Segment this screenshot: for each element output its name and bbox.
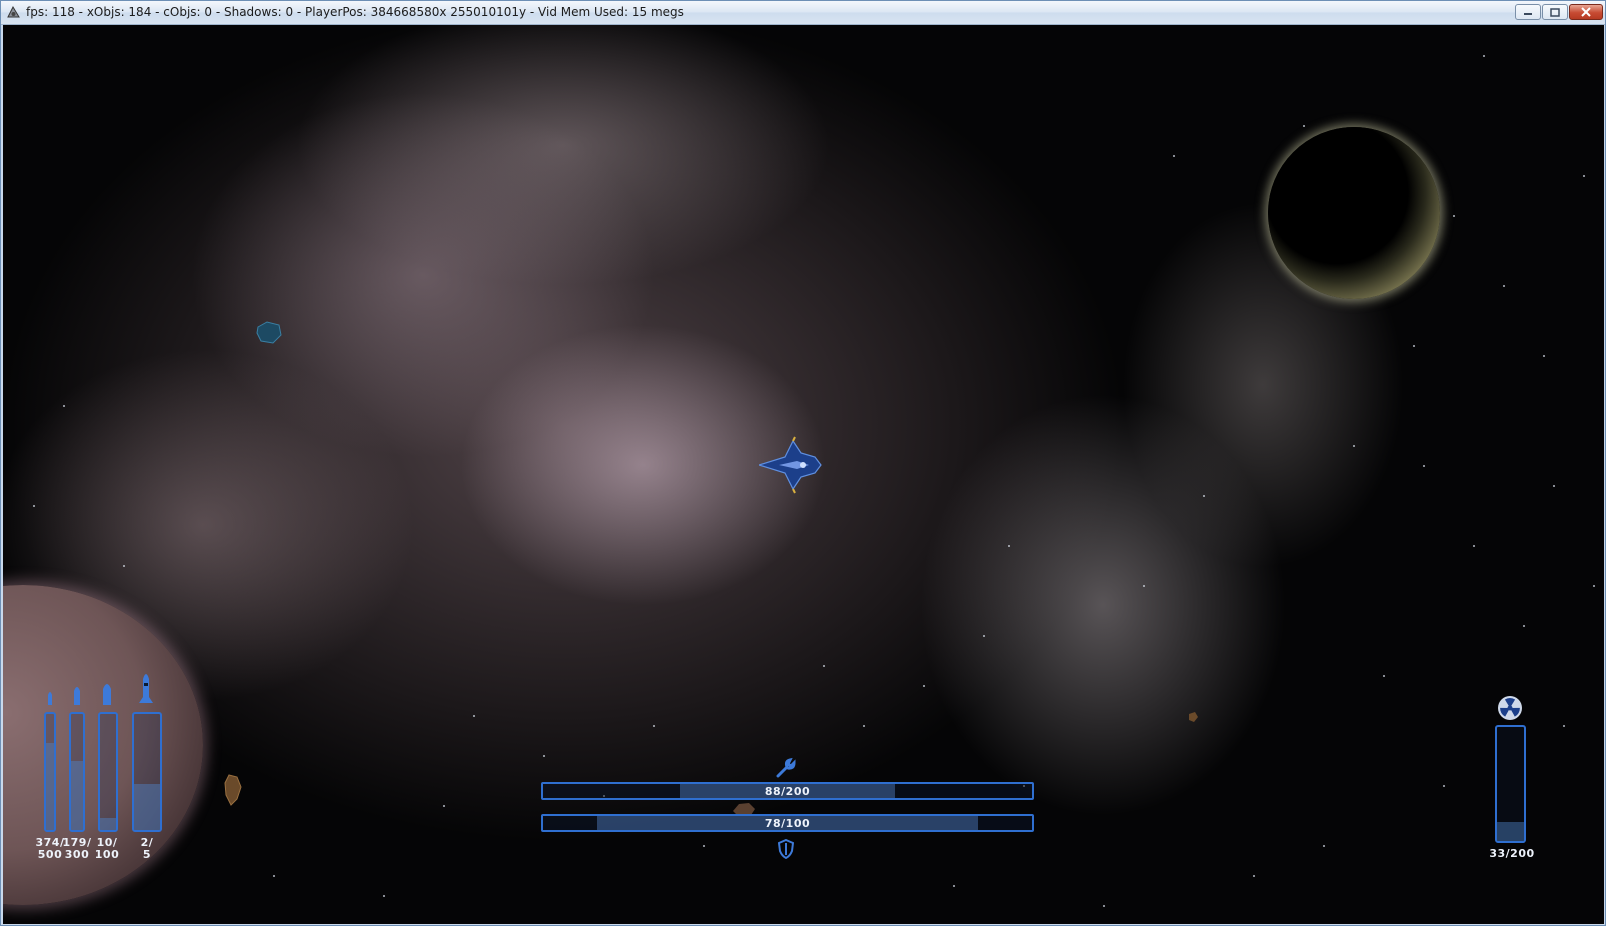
star [1008, 545, 1010, 547]
star [1473, 545, 1475, 547]
ammo-bar-1 [44, 712, 56, 832]
star [1483, 55, 1485, 57]
star [273, 875, 275, 877]
star [863, 725, 865, 727]
planet-right [1268, 127, 1440, 299]
repair-bar: 88/200 [541, 782, 1034, 800]
small-bullet-icon [48, 692, 52, 705]
star [1553, 485, 1555, 487]
ammo-max-4: 5 [142, 848, 152, 861]
player-ship [759, 436, 822, 494]
star [1383, 675, 1385, 677]
ammo-fill-4 [134, 783, 160, 830]
asteroid [1189, 712, 1198, 722]
shield-value: 78/100 [764, 817, 811, 830]
minimize-icon [1524, 13, 1532, 15]
game-viewport[interactable]: 374/ 500 179/ 300 10/ 100 2/ 5 88/200 78… [3, 25, 1604, 924]
wrench-icon [776, 757, 796, 778]
ammo-label-4: 2/ 5 [132, 837, 162, 861]
ammo-label-2: 179/ 300 [62, 837, 92, 861]
star [543, 755, 545, 757]
star [1173, 155, 1175, 157]
star [823, 665, 825, 667]
star [383, 895, 385, 897]
rocket-icon [139, 674, 153, 703]
star [1323, 845, 1325, 847]
star [1443, 785, 1445, 787]
star [923, 685, 925, 687]
star [1583, 175, 1585, 177]
close-button[interactable] [1569, 4, 1603, 20]
radiation-icon [1498, 696, 1522, 720]
star [1203, 495, 1205, 497]
star [1353, 445, 1355, 447]
shield-bar: 78/100 [541, 814, 1034, 832]
ammo-max-1: 500 [37, 848, 63, 861]
ammo-fill-1 [46, 743, 54, 830]
star [63, 405, 65, 407]
star [983, 635, 985, 637]
ammo-bar-2 [69, 712, 85, 832]
ammo-fill-2 [71, 760, 83, 830]
maximize-button[interactable] [1542, 4, 1568, 20]
star [33, 505, 35, 507]
star [443, 805, 445, 807]
ammo-label-3: 10/ 100 [92, 837, 122, 861]
close-icon [1581, 7, 1591, 17]
star [1103, 905, 1105, 907]
radiation-fill [1497, 822, 1524, 841]
ammo-bar-3 [98, 712, 118, 832]
asteroid [256, 321, 282, 344]
window-title: fps: 118 - xObjs: 184 - cObjs: 0 - Shado… [26, 5, 684, 19]
star [1563, 725, 1565, 727]
star [1523, 625, 1525, 627]
ammo-max-3: 100 [94, 848, 120, 861]
shield-icon [778, 839, 794, 859]
star [953, 885, 955, 887]
star [1453, 215, 1455, 217]
ammo-bar-4 [132, 712, 162, 832]
game-window: fps: 118 - xObjs: 184 - cObjs: 0 - Shado… [0, 0, 1606, 926]
star [473, 715, 475, 717]
asteroid [224, 774, 242, 806]
radiation-bar [1495, 725, 1526, 843]
star [1423, 465, 1425, 467]
title-bar[interactable]: fps: 118 - xObjs: 184 - cObjs: 0 - Shado… [1, 1, 1605, 25]
bullet-icon [74, 687, 80, 705]
star [1143, 585, 1145, 587]
star [653, 725, 655, 727]
radiation-value: 33/200 [1489, 847, 1535, 860]
minimize-button[interactable] [1515, 4, 1541, 20]
star [1503, 285, 1505, 287]
star [1593, 585, 1595, 587]
ammo-fill-3 [100, 818, 116, 830]
shell-icon [103, 684, 111, 705]
star [703, 845, 705, 847]
star [1543, 355, 1545, 357]
star [1253, 875, 1255, 877]
repair-value: 88/200 [764, 785, 811, 798]
star [1303, 125, 1305, 127]
app-icon [7, 5, 20, 18]
ammo-label-1: 374/ 500 [35, 837, 65, 861]
star [1413, 345, 1415, 347]
ammo-max-2: 300 [64, 848, 90, 861]
star [123, 565, 125, 567]
maximize-icon [1550, 7, 1560, 17]
